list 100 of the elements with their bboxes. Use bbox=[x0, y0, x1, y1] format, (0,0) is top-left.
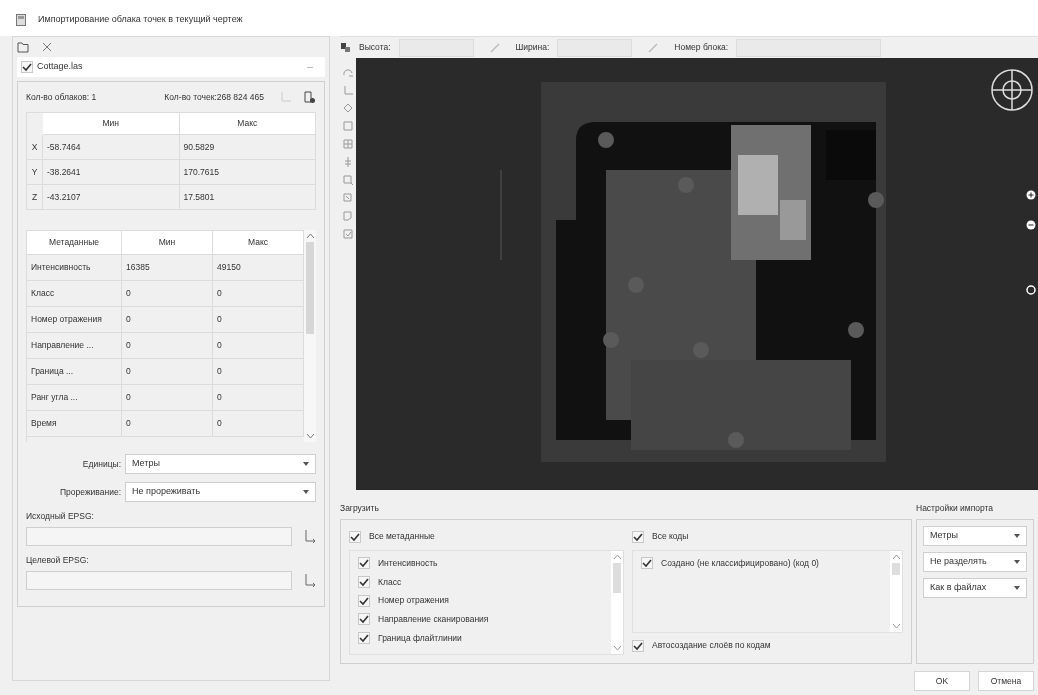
caret-icon bbox=[303, 490, 309, 494]
pencil-icon[interactable] bbox=[648, 42, 659, 53]
scrollbar[interactable] bbox=[890, 550, 902, 632]
checkbox-label: Класс bbox=[378, 575, 402, 589]
column-header: Метаданные bbox=[27, 231, 122, 255]
navigation-compass-icon[interactable] bbox=[990, 68, 1034, 112]
axes-icon[interactable] bbox=[304, 573, 316, 587]
checkbox[interactable] bbox=[358, 594, 370, 607]
epsg-field[interactable] bbox=[26, 570, 292, 590]
checkbox[interactable] bbox=[641, 557, 653, 570]
table-cell: 0 bbox=[122, 411, 213, 437]
column-header: Макс bbox=[179, 113, 316, 135]
checkbox-label: Создано (не классифицировано) (код 0) bbox=[661, 556, 819, 570]
checkbox-label: Все коды bbox=[652, 530, 689, 544]
tool-icon[interactable] bbox=[342, 102, 354, 114]
scroll-up-icon[interactable] bbox=[306, 234, 314, 238]
checkbox[interactable] bbox=[632, 530, 644, 543]
axes-icon[interactable] bbox=[304, 529, 316, 544]
checkbox[interactable] bbox=[632, 639, 644, 652]
column-header: Мин bbox=[43, 113, 180, 135]
thinning-select[interactable]: Не прореживать bbox=[125, 482, 316, 502]
settings-select[interactable]: Как в файлах bbox=[923, 577, 1027, 598]
table-cell: -43.2107 bbox=[43, 185, 180, 210]
epsg-label: Исходный EPSG: bbox=[26, 510, 95, 523]
column-header: Мин bbox=[122, 231, 213, 255]
document-icon[interactable] bbox=[304, 90, 316, 104]
row-header: Z bbox=[27, 185, 43, 210]
table-cell: 16385 bbox=[122, 255, 213, 281]
scrollbar[interactable] bbox=[611, 550, 623, 654]
window-title: Импортирование облака точек в текущий чертеж bbox=[38, 13, 243, 27]
dialog-button[interactable]: OK bbox=[914, 671, 970, 691]
folder-icon[interactable] bbox=[17, 41, 30, 53]
tool-icon[interactable] bbox=[342, 156, 354, 168]
scrollbar[interactable] bbox=[304, 230, 316, 442]
table-cell: 17.5801 bbox=[179, 185, 316, 210]
checkbox[interactable] bbox=[358, 575, 370, 588]
scroll-thumb[interactable] bbox=[306, 242, 314, 334]
checkbox-label: Все метаданные bbox=[369, 530, 435, 544]
checkbox-label: Номер отражения bbox=[378, 594, 449, 607]
cloud-layer-icon[interactable] bbox=[340, 42, 351, 53]
tool-icon[interactable] bbox=[342, 120, 354, 132]
tool-icon[interactable] bbox=[342, 84, 354, 96]
scroll-down-icon[interactable] bbox=[613, 645, 621, 650]
caret-icon bbox=[303, 462, 309, 466]
tool-icon[interactable] bbox=[342, 66, 354, 78]
checkbox[interactable] bbox=[358, 632, 370, 645]
scroll-down-icon[interactable] bbox=[306, 434, 314, 438]
table-cell: -58.7464 bbox=[43, 135, 180, 160]
dimension-field[interactable] bbox=[557, 38, 633, 57]
epsg-field[interactable] bbox=[26, 526, 292, 546]
caret-icon bbox=[1014, 559, 1020, 564]
tool-icon[interactable] bbox=[342, 138, 354, 150]
dimension-field[interactable] bbox=[736, 38, 882, 57]
checkbox-label: Автосоздание слоёв по кодам bbox=[652, 639, 771, 653]
thinning-label: Прореживание: bbox=[58, 485, 121, 499]
table-cell: 90.5829 bbox=[179, 135, 316, 160]
table-cell: Направление ... bbox=[27, 333, 122, 359]
checkbox[interactable] bbox=[21, 61, 33, 73]
checkbox[interactable] bbox=[349, 530, 361, 543]
dimension-field[interactable] bbox=[398, 38, 474, 57]
units-label: Единицы: bbox=[81, 457, 121, 471]
scroll-thumb[interactable] bbox=[892, 562, 900, 575]
scroll-up-icon[interactable] bbox=[892, 554, 900, 559]
caret-icon bbox=[1014, 533, 1020, 538]
file-selector[interactable]: Cottage.las bbox=[17, 57, 325, 77]
units-select[interactable]: Метры bbox=[125, 454, 316, 474]
table-cell: 170.7615 bbox=[179, 160, 316, 185]
table-cell: 0 bbox=[122, 281, 213, 307]
row-header: Y bbox=[27, 160, 43, 185]
tool-icon[interactable] bbox=[342, 210, 354, 222]
settings-select[interactable]: Не разделять bbox=[923, 551, 1027, 572]
scroll-up-icon[interactable] bbox=[613, 554, 621, 559]
settings-title: Настройки импорта bbox=[916, 502, 995, 515]
zoom-out-icon[interactable] bbox=[1026, 220, 1036, 230]
zoom-in-icon[interactable] bbox=[1026, 190, 1036, 200]
tool-icon[interactable] bbox=[342, 228, 354, 240]
table-cell: Граница ... bbox=[27, 359, 122, 385]
table-cell: 0 bbox=[122, 333, 213, 359]
table-cell: 0 bbox=[122, 359, 213, 385]
checkbox[interactable] bbox=[358, 613, 370, 626]
checkbox-label: Направление сканирования bbox=[378, 613, 489, 626]
table-cell: 0 bbox=[122, 385, 213, 411]
load-title: Загрузить bbox=[340, 502, 380, 515]
scroll-thumb[interactable] bbox=[613, 562, 621, 593]
tool-icon[interactable] bbox=[342, 174, 354, 186]
table-cell: Номер отражения bbox=[27, 307, 122, 333]
epsg-label: Целевой EPSG: bbox=[26, 553, 90, 567]
checkbox[interactable] bbox=[358, 557, 370, 570]
table-cell: Интенсивность bbox=[27, 255, 122, 281]
settings-select[interactable]: Метры bbox=[923, 525, 1027, 546]
scroll-down-icon[interactable] bbox=[892, 623, 900, 628]
caret-icon bbox=[1014, 585, 1020, 590]
field-label: Номер блока: bbox=[674, 41, 729, 54]
table-cell: Класс bbox=[27, 281, 122, 307]
pencil-icon[interactable] bbox=[489, 42, 500, 53]
tool-icon[interactable] bbox=[342, 192, 354, 204]
point-cloud-viewport[interactable] bbox=[356, 58, 1038, 490]
point-count: Кол-во точек:268 824 465 bbox=[164, 90, 264, 104]
dialog-button[interactable]: Отмена bbox=[978, 671, 1034, 691]
close-icon[interactable] bbox=[42, 42, 52, 52]
